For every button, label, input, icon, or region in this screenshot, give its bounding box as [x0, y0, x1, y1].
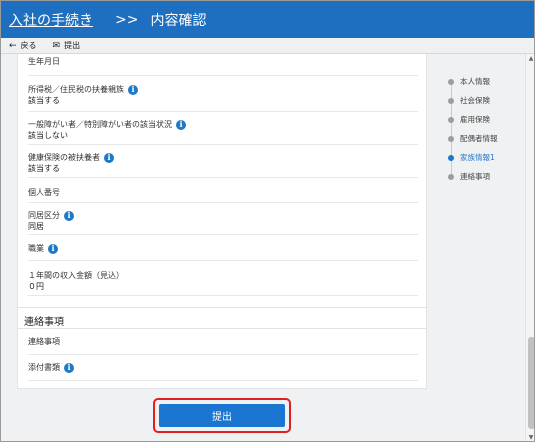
field-occupation: 職業 i: [28, 235, 418, 261]
scroll-down-icon[interactable]: ▼: [526, 433, 534, 441]
content-area: 生年月日 所得税／住民税の扶養親族 i 該当する 一般障がい者／特別障がい者の該…: [1, 54, 525, 441]
nav-item-social-insurance[interactable]: 社会保険: [448, 95, 490, 106]
info-icon[interactable]: i: [64, 210, 74, 221]
nav-item-label: 家族情報1: [460, 153, 495, 162]
field-value: ０円: [28, 282, 44, 291]
nav-item-label: 社会保険: [460, 96, 490, 105]
field-value: 該当する: [28, 96, 60, 105]
field-label: 個人番号: [28, 188, 60, 197]
back-button[interactable]: ← 戻る: [9, 40, 37, 51]
field-value: 該当しない: [28, 131, 68, 140]
dot-icon: [448, 97, 454, 104]
info-icon[interactable]: i: [48, 243, 58, 254]
field-label: 一般障がい者／特別障がい者の該当状況: [28, 120, 172, 129]
dot-icon: [448, 173, 454, 180]
scroll-up-icon[interactable]: ▲: [526, 54, 534, 64]
nav-item-personal-info[interactable]: 本人情報: [448, 76, 490, 87]
field-label: 添付書類: [28, 363, 60, 372]
nav-item-spouse-info[interactable]: 配偶者情報: [448, 133, 498, 144]
nav-item-label: 配偶者情報: [460, 134, 498, 143]
app-window: 入社の手続き >> 内容確認 ← 戻る ✉ 提出 生年月日 所得税／住民税の扶養…: [0, 0, 535, 442]
nav-item-employment-insurance[interactable]: 雇用保険: [448, 114, 490, 125]
field-value: 同居: [28, 222, 44, 231]
field-attachments: 添付書類 i: [28, 355, 418, 381]
field-label: 健康保険の被扶養者: [28, 153, 100, 162]
dot-icon: [448, 78, 454, 85]
field-label: 同居区分: [28, 211, 60, 220]
scrollbar-thumb[interactable]: [528, 337, 534, 429]
nav-item-label: 雇用保険: [460, 115, 490, 124]
arrow-left-icon: ←: [9, 40, 17, 51]
field-label: 所得税／住民税の扶養親族: [28, 85, 124, 94]
nav-item-contact-notes[interactable]: 連絡事項: [448, 171, 490, 182]
section-title: 連絡事項: [24, 317, 64, 328]
contact-notes-card: 連絡事項 連絡事項 添付書類 i: [17, 307, 427, 389]
dot-icon: [448, 116, 454, 123]
field-label: 連絡事項: [28, 337, 60, 346]
field-label: 生年月日: [28, 57, 60, 66]
vertical-scrollbar[interactable]: ▲ ▼: [525, 54, 534, 441]
field-label: １年間の収入金額（見込）: [28, 271, 124, 280]
info-icon[interactable]: i: [64, 362, 74, 373]
field-health-dependent: 健康保険の被扶養者 i 該当する: [28, 145, 418, 178]
field-annual-income: １年間の収入金額（見込） ０円: [28, 261, 418, 296]
send-icon: ✉: [52, 40, 61, 51]
toolbar-submit-button[interactable]: ✉ 提出: [53, 40, 81, 51]
dot-icon: [448, 135, 454, 142]
nav-item-label: 連絡事項: [460, 172, 490, 181]
field-disability-status: 一般障がい者／特別障がい者の該当状況 i 該当しない: [28, 112, 418, 145]
info-icon[interactable]: i: [128, 84, 138, 95]
field-cohabitation: 同居区分 i 同居: [28, 203, 418, 235]
page-title: 内容確認: [150, 12, 207, 29]
nav-item-label: 本人情報: [460, 77, 490, 86]
field-label: 職業: [28, 244, 44, 253]
header-bar: 入社の手続き >> 内容確認: [1, 1, 534, 38]
info-icon[interactable]: i: [104, 152, 114, 163]
breadcrumb-link[interactable]: 入社の手続き: [9, 10, 93, 30]
toolbar: ← 戻る ✉ 提出: [1, 38, 534, 54]
toolbar-submit-label: 提出: [64, 41, 81, 50]
field-individual-number: 個人番号: [28, 178, 418, 203]
field-birthdate: 生年月日: [28, 56, 418, 76]
field-value: 該当する: [28, 164, 60, 173]
back-button-label: 戻る: [20, 41, 37, 50]
dot-icon: [448, 154, 454, 161]
submit-button[interactable]: 提出: [159, 404, 285, 427]
info-icon[interactable]: i: [176, 119, 186, 130]
nav-item-family-info-1[interactable]: 家族情報1: [448, 152, 495, 163]
field-contact-notes: 連絡事項: [28, 329, 418, 355]
field-tax-dependent: 所得税／住民税の扶養親族 i 該当する: [28, 76, 418, 112]
breadcrumb-separator: >>: [115, 11, 139, 28]
